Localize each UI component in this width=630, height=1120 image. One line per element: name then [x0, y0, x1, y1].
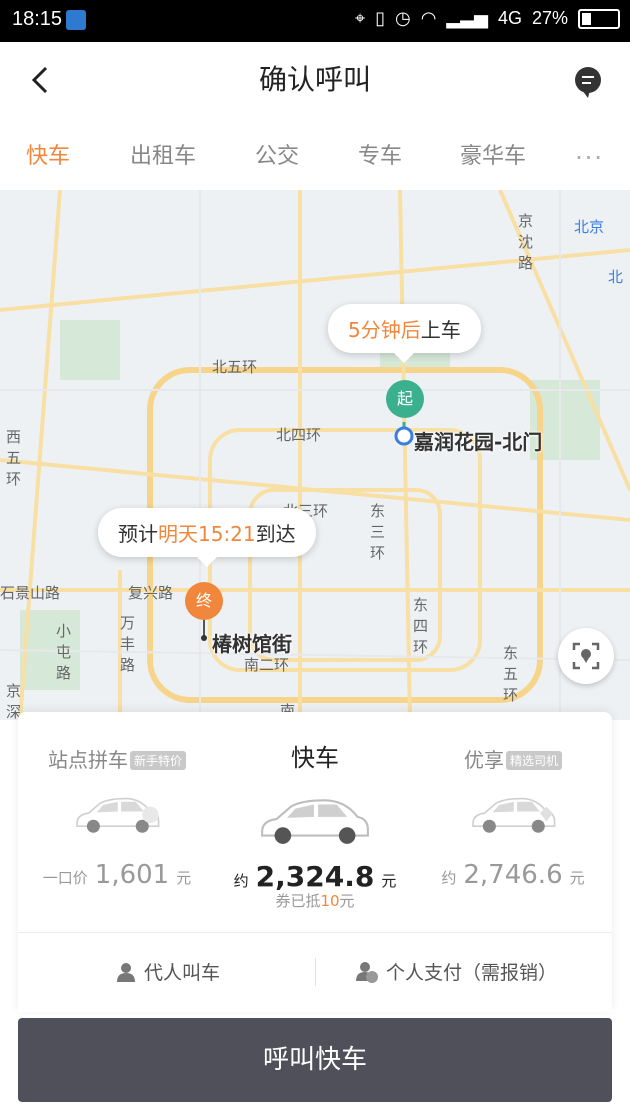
start-pin: 起 [386, 380, 424, 418]
option-tag: 精选司机 [505, 751, 562, 770]
map-label: 东三环 [370, 502, 386, 562]
map-label: 北五环 [212, 358, 258, 376]
status-icons: ⌖ ▯ ◷ ◠ ▂▃▅ 4G 27% [355, 8, 620, 29]
option-premium[interactable]: 优享 精选司机 约 2,746.6 元 [414, 712, 612, 932]
map-label: 万丰路 [120, 614, 136, 674]
option-price: 约 2,746.6 元 [441, 860, 585, 890]
car-icon [261, 799, 369, 844]
map-label: 西五环 [6, 428, 22, 488]
payment-icon [356, 961, 378, 983]
signal-icon: ▂▃▅ [446, 8, 488, 28]
car-icon [472, 797, 556, 833]
option-price: 一口价 1,601 元 [42, 860, 192, 890]
proxy-call-label: 代人叫车 [144, 962, 221, 984]
chat-icon [575, 67, 601, 98]
start-place-label: 嘉润花园-北门 [414, 430, 543, 454]
locate-button[interactable] [558, 628, 614, 684]
eta-prefix: 预计 [118, 522, 158, 546]
location-icon: ⌖ [354, 8, 366, 28]
map-label: 东五环 [503, 644, 519, 704]
eta-time: 明天15:21 [158, 522, 256, 546]
eta-suffix: 到达 [255, 522, 296, 546]
locate-icon [572, 642, 600, 670]
wifi-icon: ◠ [420, 8, 437, 28]
option-express[interactable]: 快车 约 2,324.8 元 券已抵10元 [216, 712, 414, 932]
tab-luxury[interactable]: 豪华车 [460, 138, 526, 170]
tab-bus[interactable]: 公交 [255, 138, 299, 170]
pickup-time-bubble: 5分钟后上车 [328, 304, 481, 363]
map-label: 小屯路 [56, 622, 72, 682]
map-label: 复兴路 [128, 584, 174, 602]
option-carpool[interactable]: 站点拼车 新手特价 一口价 1,601 元 [18, 712, 216, 932]
alarm-icon: ◷ [394, 8, 411, 28]
app-notification-icon [66, 10, 86, 30]
option-price: 约 2,324.8 元 [233, 860, 397, 893]
map-label: 北 [608, 268, 624, 286]
panel-divider [18, 932, 612, 933]
option-tag: 新手特价 [129, 751, 186, 770]
status-time: 18:15 [12, 8, 63, 30]
map-view[interactable]: 北五环 北四环 北三环 东三环 东四环 东五环 西五环 复兴路 石景山路 万丰路… [0, 190, 630, 720]
battery-icon [578, 8, 620, 29]
tab-express[interactable]: 快车 [26, 138, 70, 170]
vibrate-icon: ▯ [375, 8, 385, 28]
end-pin: 终 [185, 582, 223, 620]
call-express-button[interactable]: 呼叫快车 [18, 1018, 612, 1102]
option-name: 优享 精选司机 [414, 744, 612, 773]
eta-bubble: 预计明天15:21到达 [98, 508, 316, 567]
battery-percent: 27% [531, 8, 568, 28]
tab-premier[interactable]: 专车 [358, 138, 402, 170]
car-icon [76, 797, 160, 833]
map-roads [0, 190, 630, 720]
payment-button[interactable]: 个人支付（需报销） [356, 958, 557, 985]
action-divider [315, 958, 316, 986]
message-button[interactable] [568, 62, 608, 102]
tab-taxi[interactable]: 出租车 [130, 138, 196, 170]
option-name: 快车 [291, 744, 339, 772]
coupon-note: 券已抵10元 [275, 892, 355, 910]
more-tabs-icon[interactable]: ··· [575, 144, 604, 172]
pickup-text: 上车 [420, 318, 461, 342]
network-type: 4G [497, 8, 522, 28]
header: 确认呼叫 [0, 42, 630, 118]
ride-options-panel: 站点拼车 新手特价 一口价 1,601 元 快车 约 2,324.8 元 券已抵1… [18, 712, 612, 1012]
service-tabs: 快车 出租车 公交 专车 豪华车 ··· [0, 118, 630, 190]
option-name: 站点拼车 新手特价 [18, 744, 216, 773]
map-label: 京沈路 [518, 212, 534, 272]
payment-label: 个人支付（需报销） [386, 962, 558, 984]
map-label: 北京 [574, 218, 605, 236]
end-place-label: 椿树馆街 [212, 632, 292, 656]
page-title: 确认呼叫 [258, 63, 371, 96]
person-icon [117, 962, 135, 982]
status-bar: 18:15 ⌖ ▯ ◷ ◠ ▂▃▅ 4G 27% [0, 0, 630, 42]
map-label: 东四环 [413, 596, 429, 656]
proxy-call-button[interactable]: 代人叫车 [116, 958, 220, 985]
map-label: 石景山路 [0, 584, 61, 602]
map-label: 南二环 [244, 656, 290, 674]
map-label: 北四环 [276, 426, 322, 444]
pickup-time: 5分钟后 [348, 318, 421, 342]
